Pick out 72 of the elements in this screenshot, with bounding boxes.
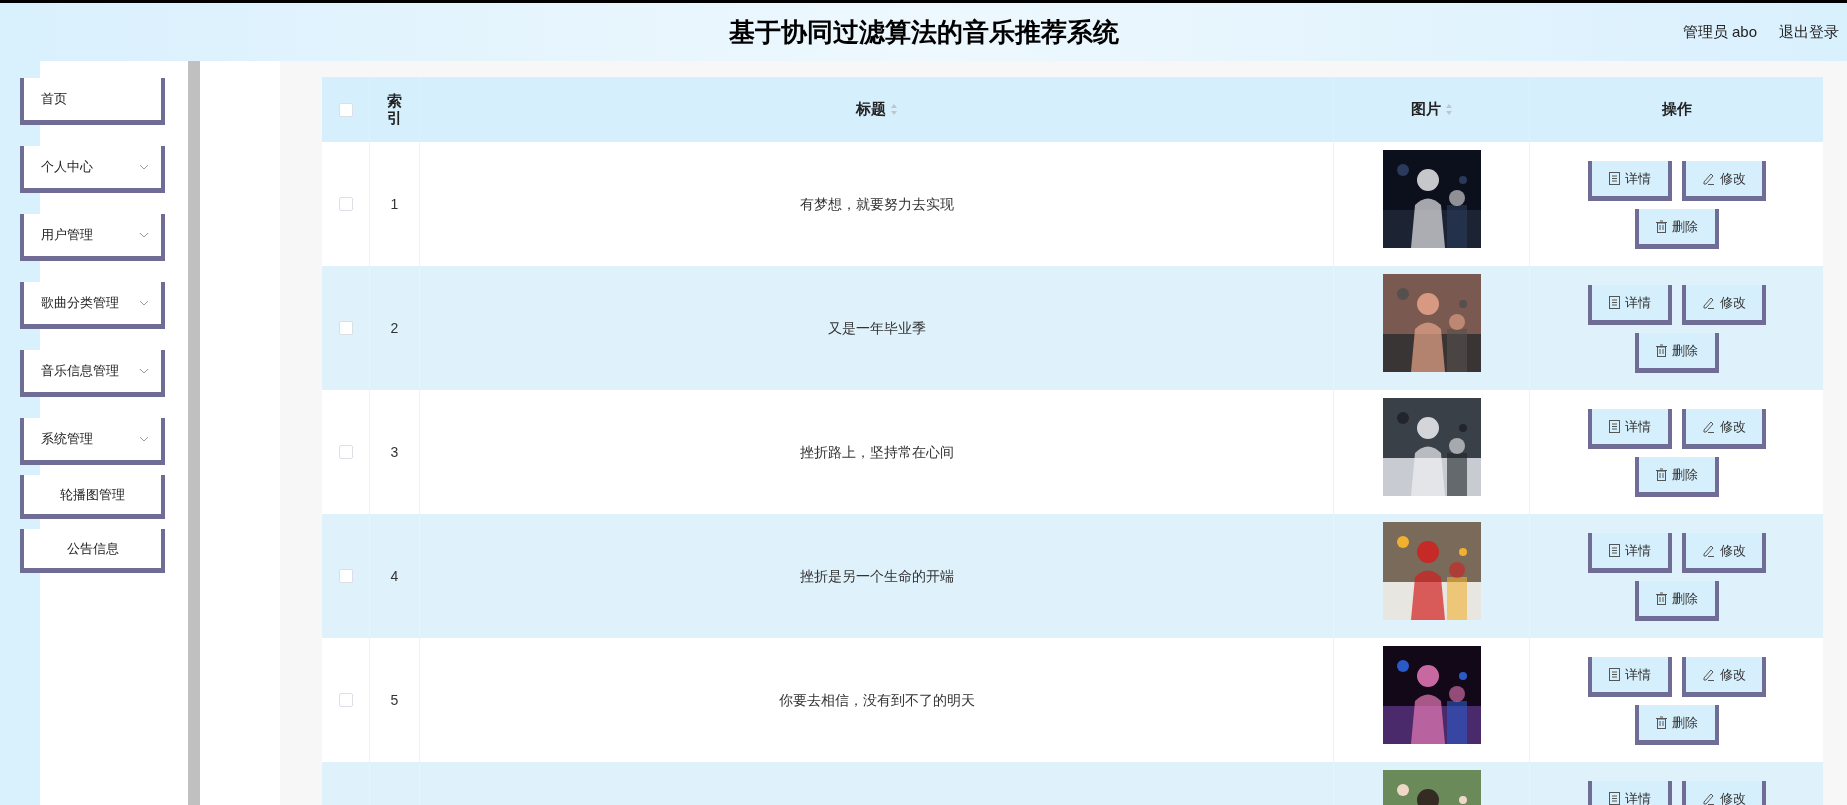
sidebar-menu-item[interactable]: 用户管理 xyxy=(20,214,165,261)
title-cell-text: 有梦想，就要努力去实现 xyxy=(799,194,954,214)
sidebar-menu-item[interactable]: 个人中心 xyxy=(20,146,165,193)
pencil-icon xyxy=(1701,296,1715,309)
checkbox[interactable] xyxy=(338,321,353,335)
edit-button[interactable]: 修改 xyxy=(1681,533,1766,573)
delete-button[interactable]: 删除 xyxy=(1634,581,1719,621)
trash-icon xyxy=(1655,344,1667,357)
edit-button[interactable]: 修改 xyxy=(1681,409,1766,449)
index-cell-text: 2 xyxy=(390,318,399,338)
checkbox[interactable] xyxy=(338,445,353,459)
admin-user-label: 管理员 abo xyxy=(1682,21,1757,42)
delete-button[interactable]: 删除 xyxy=(1634,333,1719,373)
sidebar-menu-item[interactable]: 公告信息 xyxy=(20,529,165,573)
pencil-icon xyxy=(1701,172,1715,185)
pencil-icon xyxy=(1701,792,1715,805)
checkbox[interactable] xyxy=(338,102,353,117)
chevron-down-icon xyxy=(139,300,149,306)
chevron-down-icon xyxy=(139,232,149,238)
trash-icon xyxy=(1655,468,1667,481)
checkbox[interactable] xyxy=(338,197,353,211)
document-icon xyxy=(1608,172,1620,185)
sidebar-menu-item[interactable]: 轮播图管理 xyxy=(20,475,165,519)
title-cell-text: 你要去相信，没有到不了的明天 xyxy=(778,690,975,710)
column-header: 标题 xyxy=(855,99,886,120)
detail-button[interactable]: 详情 xyxy=(1587,285,1672,325)
edit-button[interactable]: 修改 xyxy=(1681,657,1766,697)
checkbox[interactable] xyxy=(338,693,353,707)
document-icon xyxy=(1608,792,1620,805)
document-icon xyxy=(1608,420,1620,433)
detail-button[interactable]: 详情 xyxy=(1587,533,1672,573)
trash-icon xyxy=(1655,220,1667,233)
sort-icon[interactable] xyxy=(1444,103,1453,116)
checkbox[interactable] xyxy=(338,569,353,583)
pencil-icon xyxy=(1701,544,1715,557)
index-cell-text: 5 xyxy=(390,690,399,710)
edit-button[interactable]: 修改 xyxy=(1681,161,1766,201)
detail-button[interactable]: 详情 xyxy=(1587,409,1672,449)
title-cell-text: 挫折路上，坚持常在心间 xyxy=(799,442,954,462)
trash-icon xyxy=(1655,592,1667,605)
chevron-down-icon xyxy=(139,164,149,170)
sort-icon[interactable] xyxy=(889,103,898,116)
document-icon xyxy=(1608,544,1620,557)
delete-button[interactable]: 删除 xyxy=(1634,457,1719,497)
chevron-down-icon xyxy=(139,436,149,442)
detail-button[interactable]: 详情 xyxy=(1587,781,1672,805)
app-title: 基于协同过滤算法的音乐推荐系统 xyxy=(728,15,1119,49)
sidebar-menu-item[interactable]: 系统管理 xyxy=(20,418,165,465)
detail-button[interactable]: 详情 xyxy=(1587,161,1672,201)
trash-icon xyxy=(1655,716,1667,729)
column-header: 索引 xyxy=(387,93,402,126)
sidebar-menu-item[interactable]: 首页 xyxy=(20,78,165,125)
logout-link[interactable]: 退出登录 xyxy=(1779,20,1839,44)
document-icon xyxy=(1608,296,1620,309)
sidebar-menu-item[interactable]: 音乐信息管理 xyxy=(20,350,165,397)
index-cell-text: 4 xyxy=(390,566,399,586)
index-cell-text: 1 xyxy=(390,194,399,214)
detail-button[interactable]: 详情 xyxy=(1587,657,1672,697)
title-cell-text: 又是一年毕业季 xyxy=(827,318,926,338)
edit-button[interactable]: 修改 xyxy=(1681,781,1766,805)
pencil-icon xyxy=(1701,420,1715,433)
index-cell-text: 3 xyxy=(390,442,399,462)
delete-button[interactable]: 删除 xyxy=(1634,705,1719,745)
sidebar-menu-item[interactable]: 歌曲分类管理 xyxy=(20,282,165,329)
delete-button[interactable]: 删除 xyxy=(1634,209,1719,249)
column-header: 操作 xyxy=(1661,99,1692,120)
title-cell-text: 挫折是另一个生命的开端 xyxy=(799,566,954,586)
column-header: 图片 xyxy=(1410,99,1441,120)
document-icon xyxy=(1608,668,1620,681)
chevron-down-icon xyxy=(139,368,149,374)
pencil-icon xyxy=(1701,668,1715,681)
edit-button[interactable]: 修改 xyxy=(1681,285,1766,325)
